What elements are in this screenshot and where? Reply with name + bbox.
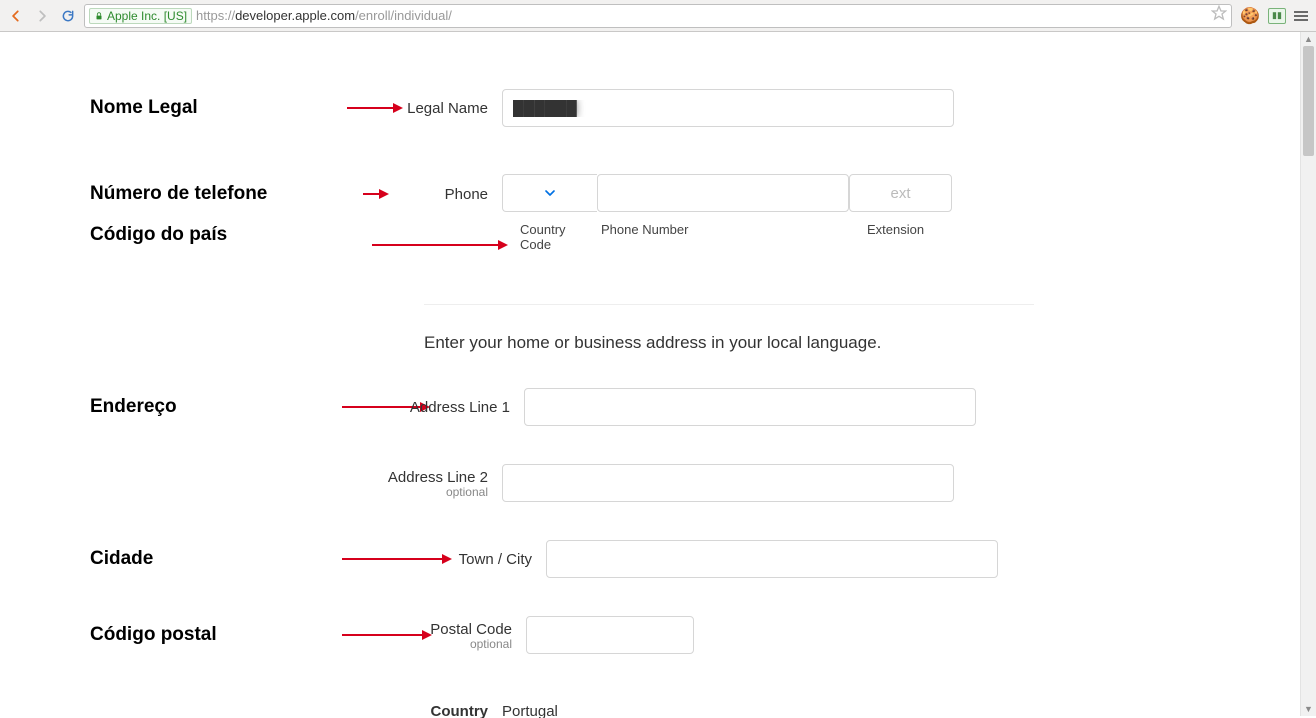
arrow-icon: [340, 615, 434, 655]
extension-badge-icon[interactable]: ▮▮: [1268, 8, 1286, 24]
arrow-icon: [340, 174, 410, 214]
annotation-postal-code: Código postal: [90, 615, 340, 655]
reload-button[interactable]: [58, 6, 78, 26]
label-postal-code: Postal Code optional: [434, 615, 526, 655]
forward-button[interactable]: [32, 6, 52, 26]
label-legal-name: Legal Name: [410, 88, 502, 128]
cookie-extension-icon[interactable]: 🍪: [1240, 6, 1260, 26]
chevron-down-icon: [542, 185, 558, 201]
arrow-icon: [340, 539, 454, 579]
section-divider: [424, 304, 1034, 305]
annotation-country-code: Código do país: [90, 216, 340, 246]
annotation-city: Cidade: [90, 539, 340, 579]
annotation-phone: Número de telefone: [90, 174, 340, 214]
label-phone: Phone: [410, 174, 502, 214]
vertical-scrollbar[interactable]: ▲ ▼: [1300, 32, 1316, 716]
browser-toolbar: Apple Inc. [US] https://developer.apple.…: [0, 0, 1316, 32]
scroll-up-icon[interactable]: ▲: [1301, 32, 1316, 46]
postal-code-input[interactable]: [526, 616, 694, 654]
address-line1-input[interactable]: [524, 388, 976, 426]
arrow-icon: [340, 216, 410, 256]
label-town-city: Town / City: [454, 539, 546, 579]
annotation-address: Endereço: [90, 387, 340, 427]
ev-issuer-text: Apple Inc. [US]: [107, 9, 187, 23]
menu-button[interactable]: [1294, 9, 1308, 23]
label-address-line1: Address Line 1: [432, 387, 524, 427]
phone-extension-input[interactable]: [849, 174, 952, 212]
url-text: https://developer.apple.com/enroll/indiv…: [196, 8, 452, 23]
label-country: Country: [410, 691, 502, 718]
address-line2-input[interactable]: [502, 464, 954, 502]
scroll-down-icon[interactable]: ▼: [1301, 702, 1316, 716]
country-value: Portugal: [502, 691, 558, 718]
legal-name-input[interactable]: [502, 89, 954, 127]
scroll-thumb[interactable]: [1303, 46, 1314, 156]
phone-sublabels: Country Code Phone Number Extension: [502, 222, 952, 252]
label-address-line2: Address Line 2 optional: [410, 463, 502, 503]
page-viewport: Nome Legal Legal Name Número de telefone…: [0, 32, 1300, 718]
address-instruction: Enter your home or business address in y…: [424, 333, 1300, 353]
bookmark-star-icon[interactable]: [1211, 5, 1227, 26]
phone-number-input[interactable]: [597, 174, 849, 212]
arrow-icon: [340, 88, 410, 128]
ev-cert-badge: Apple Inc. [US]: [89, 8, 192, 24]
url-bar[interactable]: Apple Inc. [US] https://developer.apple.…: [84, 4, 1232, 28]
annotation-legal-name: Nome Legal: [90, 88, 340, 128]
country-code-select[interactable]: [502, 174, 597, 212]
back-button[interactable]: [6, 6, 26, 26]
town-city-input[interactable]: [546, 540, 998, 578]
